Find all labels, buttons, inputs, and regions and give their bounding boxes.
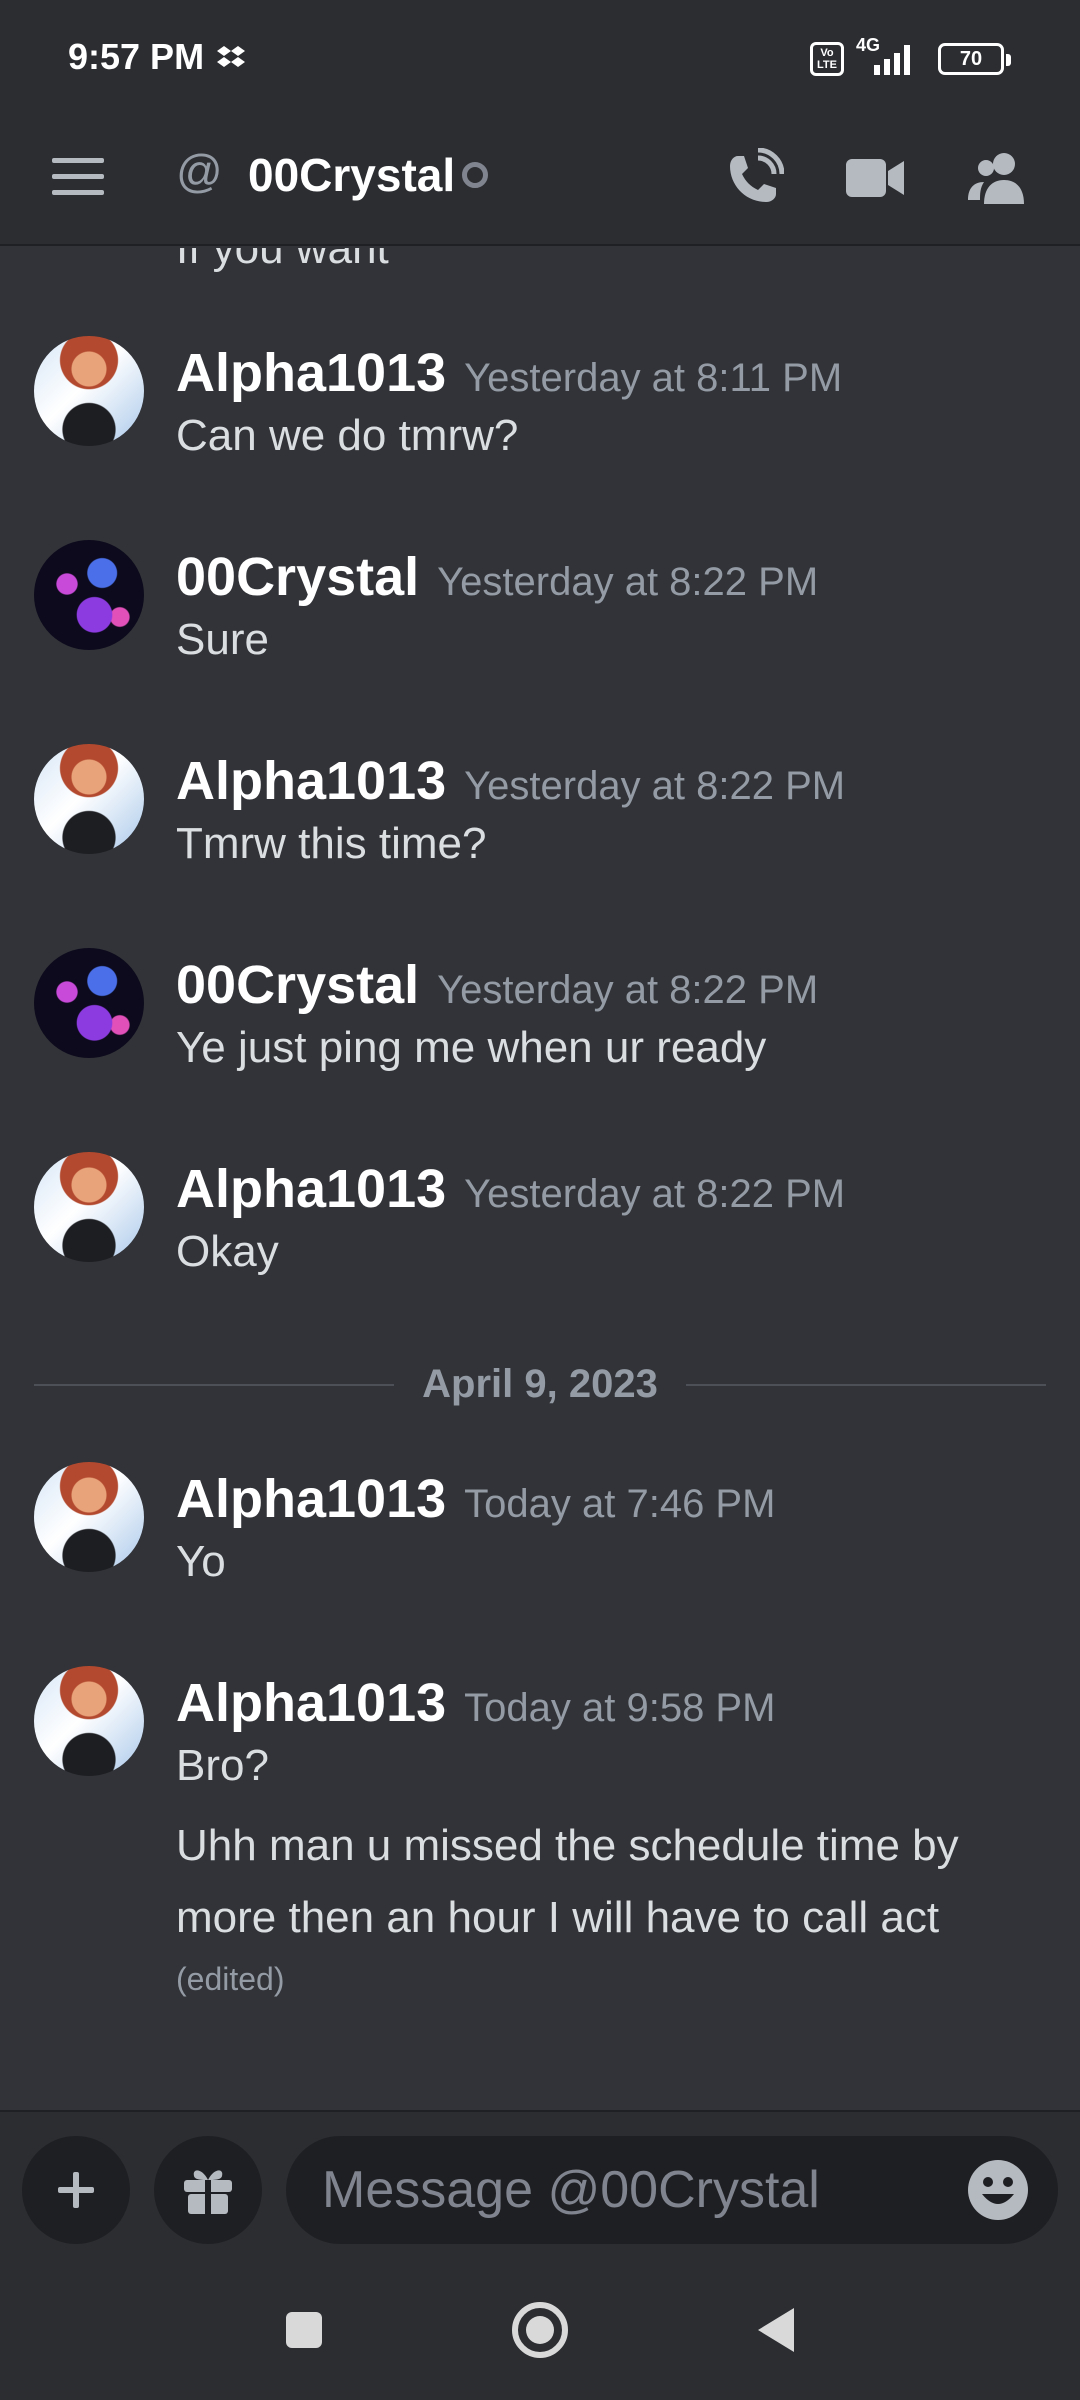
message-text: Tmrw this time? bbox=[176, 819, 487, 868]
message-timestamp: Yesterday at 8:11 PM bbox=[464, 356, 843, 400]
emoji-icon[interactable] bbox=[966, 2158, 1030, 2222]
avatar[interactable] bbox=[34, 336, 144, 446]
square-icon bbox=[286, 2312, 322, 2348]
message-text: Okay bbox=[176, 1227, 279, 1276]
status-bar: 9:57 PM Vo LTE 4G 70 bbox=[0, 0, 1080, 120]
home-button[interactable] bbox=[504, 2294, 576, 2366]
avatar[interactable] bbox=[34, 1666, 144, 1776]
message-text: If you want bbox=[176, 248, 389, 273]
message-author[interactable]: 00Crystal bbox=[176, 547, 419, 607]
recents-button[interactable] bbox=[268, 2294, 340, 2366]
message-text: Ye just ping me when ur ready bbox=[176, 1023, 767, 1072]
voice-call-button[interactable] bbox=[714, 138, 794, 218]
date-divider: April 9, 2023 bbox=[34, 1354, 1046, 1414]
hamburger-menu-icon[interactable] bbox=[50, 148, 110, 208]
plus-icon bbox=[58, 2172, 94, 2208]
message-timestamp: Yesterday at 8:22 PM bbox=[437, 560, 819, 604]
message-text: Sure bbox=[176, 615, 269, 664]
members-button[interactable] bbox=[958, 138, 1038, 218]
message-timestamp: Yesterday at 8:22 PM bbox=[464, 764, 846, 808]
gift-icon bbox=[184, 2170, 232, 2214]
message-author[interactable]: Alpha1013 bbox=[176, 343, 446, 403]
battery-icon: 70 bbox=[938, 43, 1011, 75]
home-circle-icon bbox=[512, 2302, 568, 2358]
volte-icon: Vo LTE bbox=[810, 42, 844, 76]
back-button[interactable] bbox=[740, 2294, 812, 2366]
message-list[interactable]: If you want Alpha1013 Yesterday at 8:11 P… bbox=[0, 248, 1080, 2110]
message-author[interactable]: Alpha1013 bbox=[176, 1673, 446, 1733]
edited-label: (edited) bbox=[176, 1961, 285, 1997]
channel-title[interactable]: 00Crystal bbox=[248, 148, 455, 202]
message-timestamp: Yesterday at 8:22 PM bbox=[437, 968, 819, 1012]
message-text: Bro? bbox=[176, 1741, 269, 1790]
message-composer bbox=[0, 2110, 1080, 2260]
attach-button[interactable] bbox=[22, 2136, 130, 2244]
dropbox-icon bbox=[217, 46, 245, 67]
message-timestamp: Today at 9:58 PM bbox=[464, 1686, 776, 1730]
signal-icon: 4G bbox=[856, 35, 926, 79]
phone-call-icon bbox=[730, 148, 784, 202]
at-icon: @ bbox=[176, 145, 223, 197]
avatar[interactable] bbox=[34, 948, 144, 1058]
video-camera-icon bbox=[846, 159, 904, 197]
avatar[interactable] bbox=[34, 540, 144, 650]
status-time: 9:57 PM bbox=[68, 36, 205, 77]
message-body: Uhh man u missed the schedule time by mo… bbox=[176, 1821, 959, 1942]
date-divider-label: April 9, 2023 bbox=[422, 1362, 658, 1406]
message-author[interactable]: Alpha1013 bbox=[176, 751, 446, 811]
avatar[interactable] bbox=[34, 744, 144, 854]
back-triangle-icon bbox=[758, 2308, 794, 2352]
offline-status-icon bbox=[462, 162, 488, 188]
video-call-button[interactable] bbox=[836, 138, 916, 218]
system-nav-bar bbox=[0, 2260, 1080, 2400]
members-icon bbox=[968, 153, 1024, 204]
message-text: Can we do tmrw? bbox=[176, 411, 519, 460]
message-timestamp: Today at 7:46 PM bbox=[464, 1482, 776, 1526]
message-input[interactable] bbox=[286, 2136, 1058, 2244]
gift-button[interactable] bbox=[154, 2136, 262, 2244]
message-timestamp: Yesterday at 8:22 PM bbox=[464, 1172, 846, 1216]
avatar[interactable] bbox=[34, 1152, 144, 1262]
message-author[interactable]: Alpha1013 bbox=[176, 1159, 446, 1219]
message-text: Yo bbox=[176, 1537, 226, 1586]
message-text: Uhh man u missed the schedule time by mo… bbox=[176, 1810, 1056, 1954]
message-author[interactable]: Alpha1013 bbox=[176, 1469, 446, 1529]
edited-label-wrap: (edited) bbox=[176, 1956, 1056, 1999]
channel-header: @ 00Crystal bbox=[0, 120, 1080, 246]
message-author[interactable]: 00Crystal bbox=[176, 955, 419, 1015]
avatar[interactable] bbox=[34, 1462, 144, 1572]
